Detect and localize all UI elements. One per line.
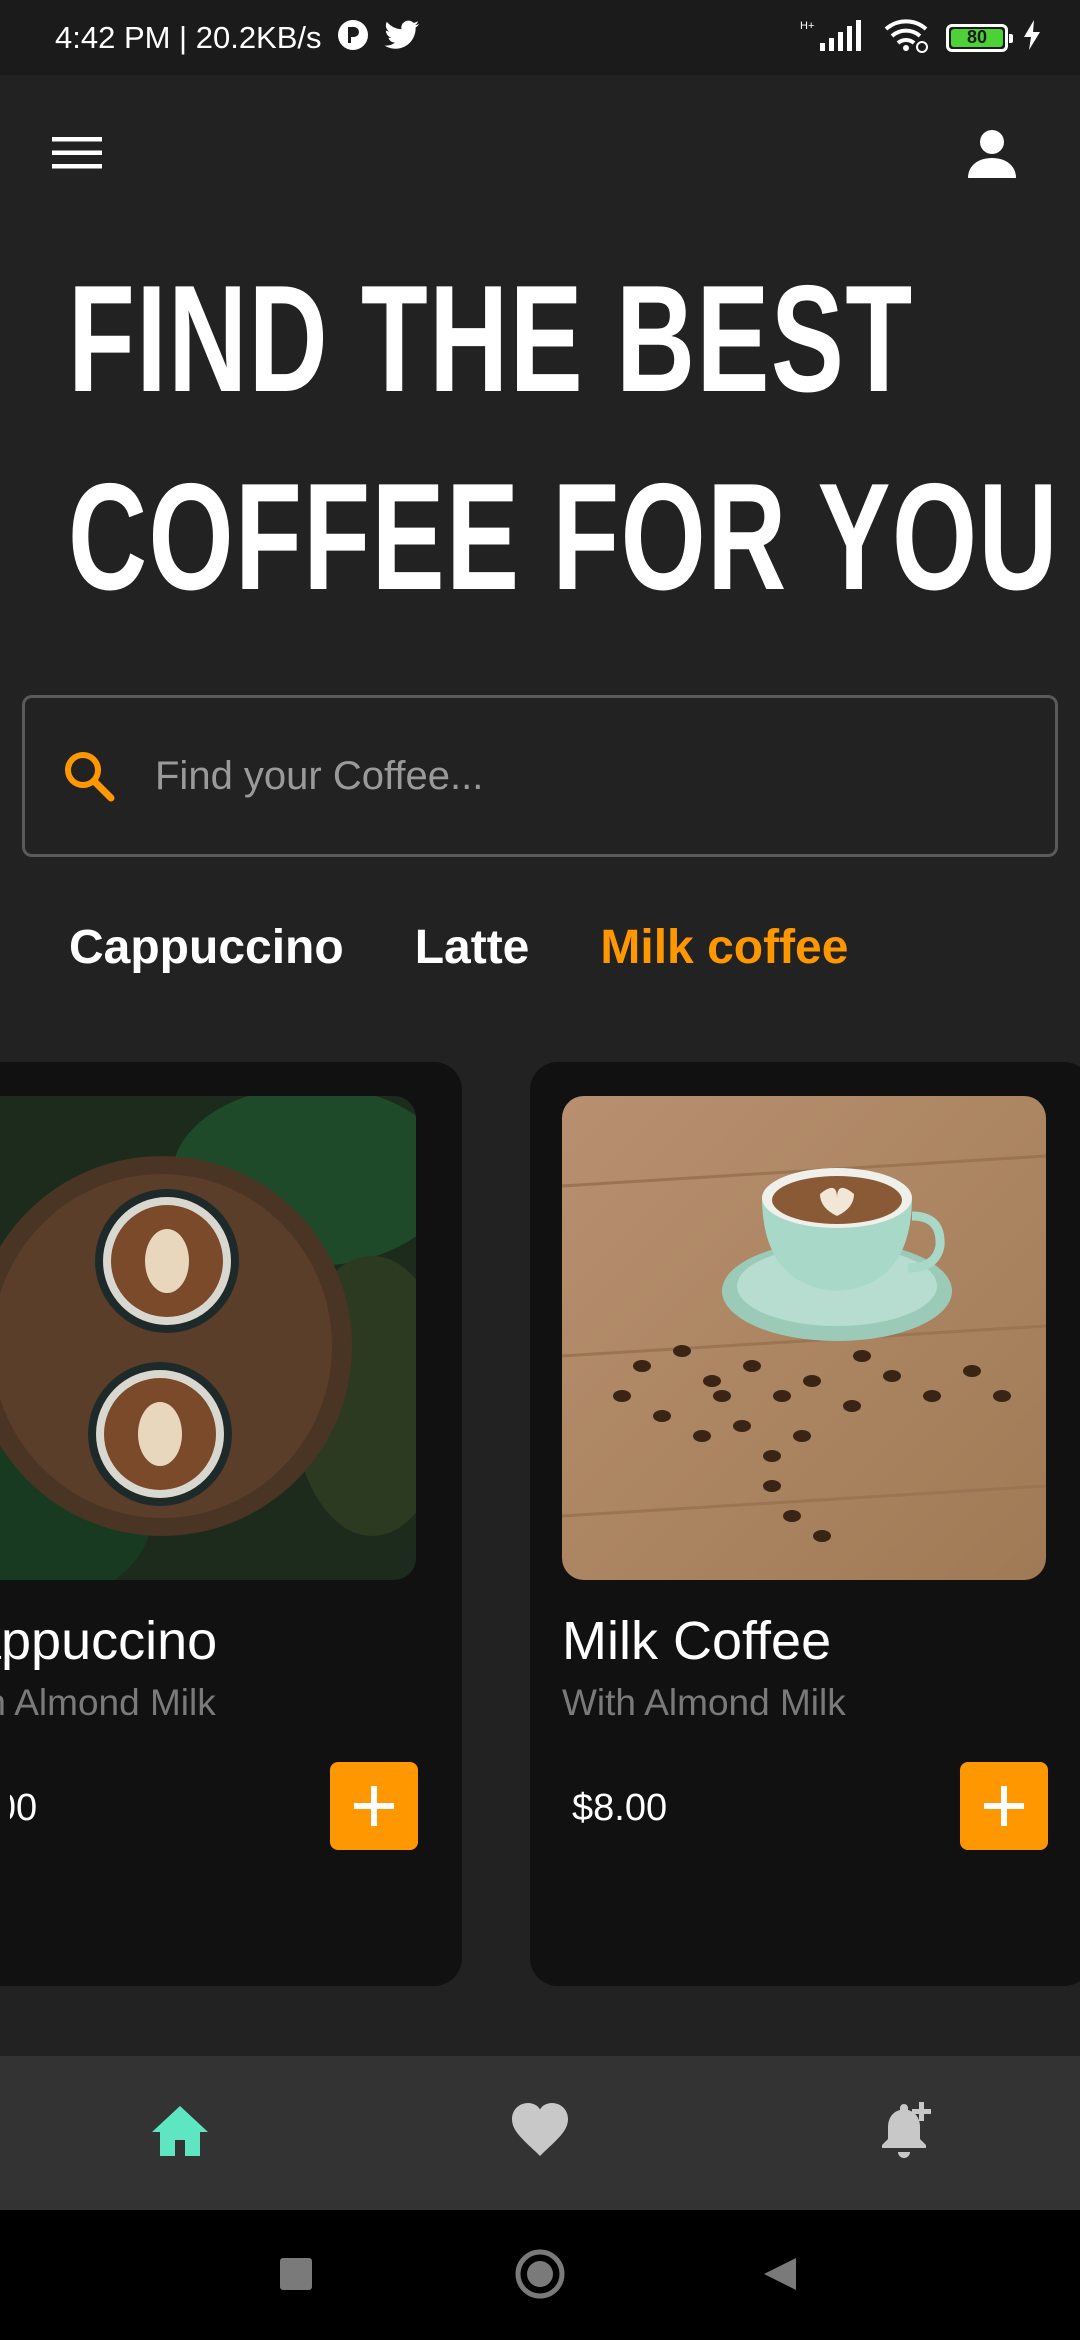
signal-icon: H+: [798, 17, 868, 58]
system-navigation-bar: [0, 2210, 1080, 2340]
product-card-cappuccino[interactable]: Cappuccino With Almond Milk $8.00: [0, 1062, 462, 1986]
profile-icon[interactable]: [966, 128, 1018, 180]
search-icon: [61, 748, 117, 804]
category-tabs: Cappuccino Latte Milk coffee: [69, 920, 848, 975]
status-time-speed: 4:42 PM | 20.2KB/s: [55, 19, 322, 55]
twitter-icon: [384, 20, 420, 55]
add-to-cart-button[interactable]: [960, 1762, 1048, 1850]
tab-cappuccino[interactable]: Cappuccino: [69, 920, 344, 975]
wifi-icon: [882, 17, 932, 58]
notification-add-icon[interactable]: [873, 2100, 935, 2162]
status-right: H+ 80: [798, 17, 1042, 58]
add-to-cart-button[interactable]: [330, 1762, 418, 1850]
charging-icon: [1022, 19, 1042, 56]
tab-milk-coffee[interactable]: Milk coffee: [600, 920, 848, 975]
status-bar: 4:42 PM | 20.2KB/s H+ 80: [0, 0, 1080, 75]
product-image-milk-coffee: [562, 1096, 1046, 1580]
search-input[interactable]: [153, 752, 957, 800]
product-price: $8.00: [572, 1787, 668, 1829]
product-card-milk-coffee[interactable]: Milk Coffee With Almond Milk $8.00: [530, 1062, 1080, 1986]
menu-icon[interactable]: [52, 135, 102, 171]
product-subtitle: With Almond Milk: [0, 1682, 216, 1723]
bottom-navigation: [0, 2056, 1080, 2210]
status-left: 4:42 PM | 20.2KB/s: [55, 18, 420, 57]
app-screen: 4:42 PM | 20.2KB/s H+ 80 FIND THE BEST C…: [0, 0, 1080, 2340]
product-subtitle: With Almond Milk: [562, 1682, 846, 1723]
battery-indicator: 80: [946, 23, 1013, 52]
product-price: $8.00: [0, 1787, 38, 1829]
back-button[interactable]: [762, 2256, 798, 2297]
heart-icon[interactable]: [509, 2100, 571, 2162]
recent-apps-button[interactable]: [280, 2258, 312, 2295]
product-image-cappuccino: [0, 1096, 416, 1580]
plus-icon: [354, 1786, 394, 1826]
headline-line-1: FIND THE BEST: [68, 254, 914, 424]
tab-latte[interactable]: Latte: [415, 920, 530, 975]
headline-line-2: COFFEE FOR YOU: [68, 452, 1060, 622]
product-name: Cappuccino: [0, 1611, 218, 1671]
plus-icon: [984, 1786, 1024, 1826]
network-type-label: H+: [800, 20, 814, 32]
battery-level: 80: [966, 27, 988, 47]
product-name: Milk Coffee: [562, 1611, 832, 1671]
page-headline: FIND THE BEST COFFEE FOR YOU: [68, 240, 1060, 636]
app-notification-icon: [336, 18, 370, 57]
home-icon[interactable]: [149, 2100, 211, 2162]
search-bar[interactable]: [22, 695, 1058, 857]
home-button[interactable]: [514, 2248, 566, 2305]
